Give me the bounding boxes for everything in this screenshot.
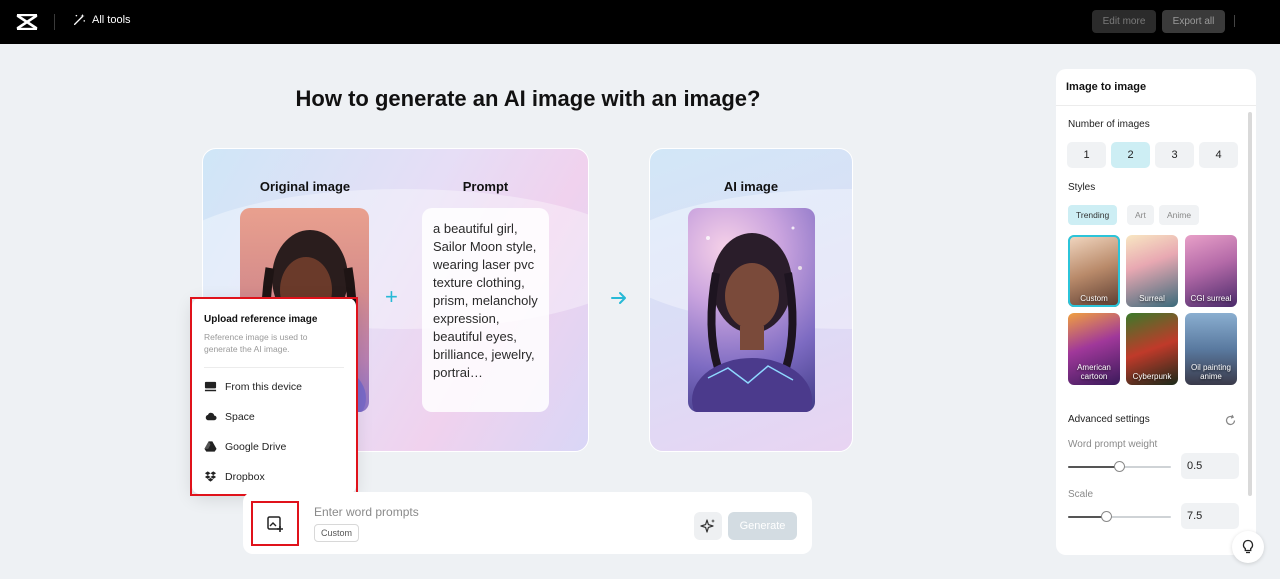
number-option-2[interactable]: 2 <box>1111 142 1150 168</box>
prompt-label: Prompt <box>462 179 509 194</box>
word-prompt-weight-label: Word prompt weight <box>1068 439 1158 450</box>
arrow-right-icon <box>611 292 626 304</box>
prompt-text-card: a beautiful girl, Sailor Moon style, wea… <box>422 208 549 412</box>
panel-title: Image to image <box>1066 81 1147 93</box>
topbar-divider <box>54 14 55 30</box>
number-of-images-label: Number of images <box>1068 119 1150 130</box>
scale-label: Scale <box>1068 489 1094 500</box>
original-image-label: Original image <box>259 179 351 194</box>
word-prompt-input[interactable] <box>314 504 614 520</box>
ai-generated-image <box>688 208 815 412</box>
all-tools-label: All tools <box>92 14 131 26</box>
page-title: How to generate an AI image with an imag… <box>295 86 761 111</box>
style-tag[interactable]: Custom <box>314 524 360 542</box>
scale-slider[interactable] <box>1068 511 1171 522</box>
scale-value[interactable]: 7.5 <box>1181 503 1239 529</box>
style-oil-painting-anime[interactable]: Oil painting anime <box>1185 313 1237 385</box>
slider-thumb[interactable] <box>1114 461 1125 472</box>
style-name: Custom <box>1080 294 1108 303</box>
word-prompt-weight-value[interactable]: 0.5 <box>1181 453 1239 479</box>
plus-symbol: + <box>385 284 398 309</box>
top-bar: All tools Edit more Export all <box>0 0 1280 44</box>
style-surreal[interactable]: Surreal <box>1126 235 1178 307</box>
sparkle-icon <box>700 519 715 533</box>
upload-button-highlight-box <box>251 501 299 546</box>
style-name: American cartoon <box>1077 363 1111 381</box>
all-tools-button[interactable]: All tools <box>72 13 131 27</box>
reset-icon[interactable] <box>1224 414 1237 427</box>
slider-thumb[interactable] <box>1101 511 1112 522</box>
ai-image-label: AI image <box>723 179 779 194</box>
tips-button[interactable] <box>1232 531 1264 563</box>
inspiration-button[interactable] <box>694 512 722 540</box>
generate-button[interactable]: Generate <box>728 512 797 540</box>
advanced-settings-label: Advanced settings <box>1068 414 1150 425</box>
export-all-button[interactable]: Export all <box>1162 10 1225 33</box>
topbar-divider-right <box>1234 15 1235 27</box>
styles-label: Styles <box>1068 182 1096 193</box>
number-option-4[interactable]: 4 <box>1199 142 1238 168</box>
settings-panel: Image to image Number of images 1 2 3 4 … <box>1056 69 1256 555</box>
style-name: Oil painting anime <box>1190 363 1232 381</box>
prompt-bar <box>243 492 812 554</box>
style-cgi-surreal[interactable]: CGI surreal <box>1185 235 1237 307</box>
popup-highlight-box <box>190 297 358 496</box>
panel-scrollbar[interactable] <box>1248 112 1252 496</box>
number-option-3[interactable]: 3 <box>1155 142 1194 168</box>
style-name: Cyberpunk <box>1132 372 1172 381</box>
style-tab-art[interactable]: Art <box>1127 205 1154 225</box>
style-name: CGI surreal <box>1190 294 1232 303</box>
style-tab-trending[interactable]: Trending <box>1068 205 1118 225</box>
style-american-cartoon[interactable]: American cartoon <box>1068 313 1120 385</box>
capcut-logo-icon[interactable] <box>16 12 38 32</box>
lightbulb-icon <box>1242 539 1254 554</box>
style-tab-anime[interactable]: Anime <box>1159 205 1200 225</box>
number-option-1[interactable]: 1 <box>1067 142 1106 168</box>
panel-divider <box>1056 105 1256 106</box>
style-name: Surreal <box>1139 294 1165 303</box>
style-custom[interactable]: Custom <box>1068 235 1120 307</box>
edit-more-button[interactable]: Edit more <box>1092 10 1156 33</box>
style-cyberpunk[interactable]: Cyberpunk <box>1126 313 1178 385</box>
magic-wand-icon <box>73 13 86 26</box>
word-prompt-weight-slider[interactable] <box>1068 461 1171 472</box>
